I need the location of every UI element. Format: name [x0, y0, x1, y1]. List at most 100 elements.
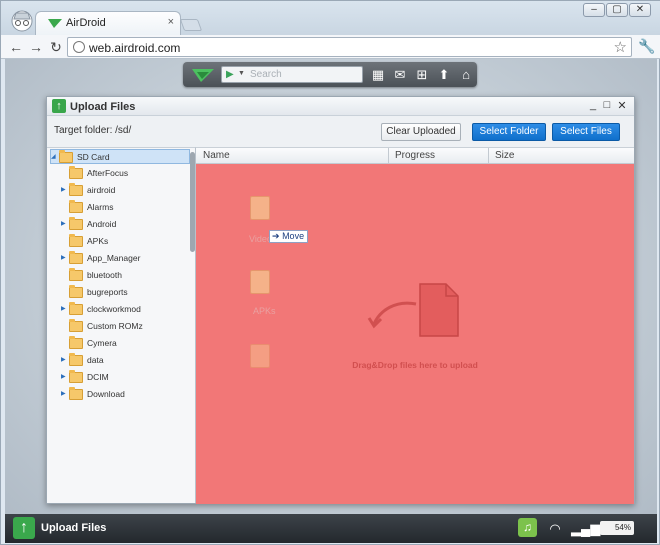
bookmark-star-icon[interactable]: ☆ [614, 38, 627, 56]
tree-item-label: Cymera [87, 338, 117, 348]
play-store-icon: ▶ [226, 69, 234, 80]
move-tooltip-label: Move [282, 231, 305, 241]
chevron-down-icon[interactable]: ▼ [238, 70, 245, 77]
tree-item-label: bugreports [87, 287, 128, 297]
messages-icon[interactable]: ✉ [391, 66, 409, 84]
close-icon[interactable]: ✕ [616, 99, 628, 112]
folder-icon [69, 166, 83, 179]
folder-icon [59, 150, 73, 163]
address-bar[interactable]: web.airdroid.com ☆ [67, 37, 632, 57]
folder-icon [69, 200, 83, 213]
maximize-icon[interactable]: □ [601, 99, 613, 111]
minimize-button[interactable]: – [583, 3, 605, 17]
taskbar-label[interactable]: Upload Files [41, 522, 106, 534]
tree-item[interactable]: ▶ Download [61, 387, 195, 402]
new-tab-button[interactable] [179, 19, 203, 31]
tree-item[interactable]: Cymera [61, 336, 195, 351]
globe-icon [73, 41, 85, 53]
browser-toolbar: ← → ↻ web.airdroid.com ☆ 🔧 [1, 35, 660, 59]
folder-icon [69, 234, 83, 247]
tree-item[interactable]: ▶ DCIM [61, 370, 195, 385]
tree-item-label: APKs [87, 236, 109, 246]
search-input[interactable]: ▶ ▼ Search [221, 66, 363, 83]
column-name[interactable]: Name [203, 150, 230, 161]
back-arrow-icon[interactable]: ← [7, 38, 25, 56]
folder-icon [69, 387, 83, 400]
folder-icon [69, 285, 83, 298]
expand-arrow-icon[interactable]: ◢ [51, 153, 56, 160]
upload-document-icon [367, 283, 459, 337]
clear-uploaded-button[interactable]: Clear Uploaded [381, 123, 461, 141]
list-header: Name Progress Size [196, 148, 634, 164]
tree-item-label: data [87, 355, 104, 365]
folder-icon [69, 336, 83, 349]
battery-status: 54% [600, 521, 634, 535]
tab-strip: AirDroid × – ▢ ✕ [1, 1, 660, 35]
column-progress[interactable]: Progress [395, 150, 435, 161]
tree-item[interactable]: ▶ Android [61, 217, 195, 232]
expand-arrow-icon[interactable]: ▶ [61, 390, 66, 397]
tree-item-label: Download [87, 389, 125, 399]
expand-arrow-icon[interactable]: ▶ [61, 220, 66, 227]
tree-item[interactable]: bugreports [61, 285, 195, 300]
folder-icon [69, 268, 83, 281]
window-titlebar[interactable]: ↑ Upload Files _ □ ✕ [47, 97, 634, 116]
column-divider[interactable] [488, 148, 489, 164]
tree-item-label: clockworkmod [87, 304, 141, 314]
target-folder-label: Target folder: /sd/ [54, 125, 132, 136]
tree-item-label: Android [87, 219, 117, 229]
tree-item[interactable]: ▶ App_Manager [61, 251, 195, 266]
column-divider[interactable] [388, 148, 389, 164]
wrench-icon[interactable]: 🔧 [638, 38, 656, 56]
tree-item-label: DCIM [87, 372, 109, 382]
close-window-button[interactable]: ✕ [629, 3, 651, 17]
drop-zone[interactable]: Video ➔ Move APKs Drag&Drop files here t… [196, 164, 634, 504]
tree-item[interactable]: Alarms [61, 200, 195, 215]
tree-item-label: SD Card [77, 152, 110, 162]
add-app-icon[interactable]: ⊞ [413, 66, 431, 84]
minimize-icon[interactable]: _ [587, 99, 599, 111]
tree-item[interactable]: ▶ airdroid [61, 183, 195, 198]
tree-item[interactable]: APKs [61, 234, 195, 249]
browser-window: AirDroid × – ▢ ✕ ← → ↻ web.airdroid.com … [0, 0, 660, 545]
tab-close-icon[interactable]: × [168, 16, 174, 28]
taskbar: ↑ Upload Files ♫ ◠ ▂▄▆ 54% [5, 514, 657, 543]
tree-item[interactable]: ◢ SD Card [50, 149, 190, 164]
upload-icon[interactable]: ↑ [13, 517, 35, 539]
tree-item[interactable]: ▶ clockworkmod [61, 302, 195, 317]
tree-item-label: App_Manager [87, 253, 141, 263]
tree-item-label: airdroid [87, 185, 116, 195]
dragged-folder-icon [250, 196, 270, 220]
expand-arrow-icon[interactable]: ▶ [61, 186, 66, 193]
tree-item[interactable]: ▶ data [61, 353, 195, 368]
reload-icon[interactable]: ↻ [47, 38, 65, 56]
forward-arrow-icon[interactable]: → [27, 38, 45, 56]
folder-icon [69, 183, 83, 196]
folder-icon [69, 302, 83, 315]
folder-icon [69, 353, 83, 366]
tree-item[interactable]: Custom ROMz [61, 319, 195, 334]
search-placeholder: Search [250, 69, 282, 80]
battery-value: 54% [614, 523, 631, 532]
column-size[interactable]: Size [495, 150, 514, 161]
maximize-button[interactable]: ▢ [606, 3, 628, 17]
folder-icon [69, 217, 83, 230]
select-files-button[interactable]: Select Files [552, 123, 620, 141]
airdroid-logo-icon[interactable] [191, 67, 215, 83]
upload-arrow-icon[interactable]: ⬆ [435, 66, 453, 84]
tree-item[interactable]: bluetooth [61, 268, 195, 283]
move-arrow-icon: ➔ [272, 231, 280, 241]
move-tooltip: ➔ Move [269, 230, 309, 243]
tree-item[interactable]: AfterFocus [61, 166, 195, 181]
music-icon[interactable]: ♫ [518, 518, 537, 537]
expand-arrow-icon[interactable]: ▶ [61, 305, 66, 312]
apps-grid-icon[interactable]: ▦ [369, 66, 387, 84]
expand-arrow-icon[interactable]: ▶ [61, 254, 66, 261]
folder-tree: ◢ SD Card AfterFocus ▶ airdroid Alarms ▶ Androi… [47, 147, 196, 503]
expand-arrow-icon[interactable]: ▶ [61, 356, 66, 363]
home-icon[interactable]: ⌂ [457, 66, 475, 84]
tab-airdroid[interactable]: AirDroid × [35, 11, 181, 35]
expand-arrow-icon[interactable]: ▶ [61, 373, 66, 380]
wifi-icon: ◠ [549, 521, 561, 536]
select-folder-button[interactable]: Select Folder [472, 123, 546, 141]
